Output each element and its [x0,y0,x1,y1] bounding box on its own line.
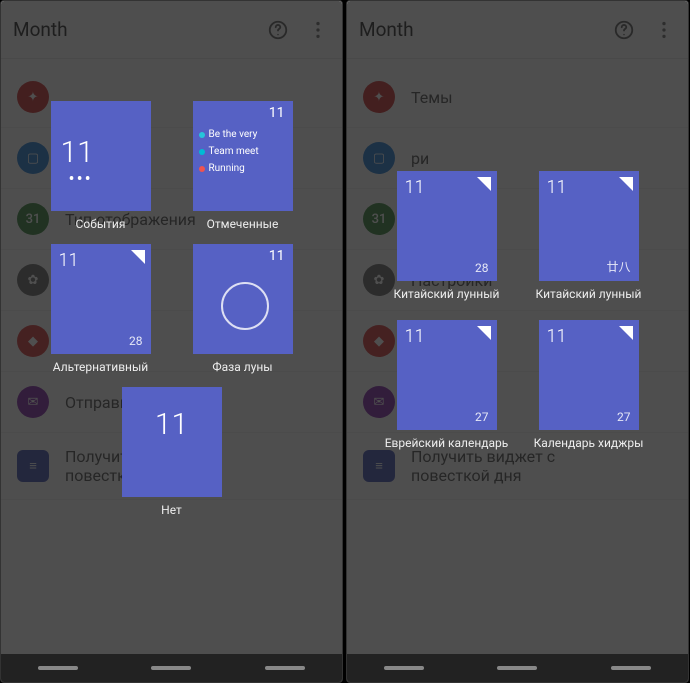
moon-icon [221,282,269,330]
tile-preview: 11 廿八 [539,171,639,281]
event-dot-icon [199,166,205,172]
option-hebrew[interactable]: 11 27 Еврейский календарь [383,320,511,451]
option-chinese-lunar[interactable]: 11 28 Китайский лунный [383,171,511,302]
corner-icon [619,326,633,340]
nav-back[interactable] [384,666,424,670]
nav-back[interactable] [38,666,78,670]
corner-icon [477,177,491,191]
tile-preview: 11 ••• [51,101,151,211]
android-navbar [1,654,342,682]
option-moon[interactable]: 11 Фаза луны [179,244,307,375]
tile-preview: 11 Be the very Team meet Running [193,101,293,211]
option-hijri[interactable]: 11 27 Календарь хиджры [525,320,653,451]
option-marked[interactable]: 11 Be the very Team meet Running Отмечен… [179,101,307,232]
calendar-type-options: 11 28 Китайский лунный 11 廿八 Китайский л… [347,171,688,451]
corner-icon [477,326,491,340]
android-navbar [347,654,688,682]
option-events[interactable]: 11 ••• События [37,101,165,232]
option-none[interactable]: 11 Нет [44,387,300,518]
nav-home[interactable] [151,666,191,670]
screen-left: Month ✦ ▢ри 31Тип отображения ✿ки ◆Магаз… [0,0,343,683]
corner-icon [619,177,633,191]
tile-preview: 11 28 [397,171,497,281]
option-alternative[interactable]: 11 28 Альтернативный [37,244,165,375]
tile-preview: 11 [122,387,222,497]
option-chinese-lunar-cn[interactable]: 11 廿八 Китайский лунный [525,171,653,302]
event-dot-icon [199,149,205,155]
tile-preview: 11 27 [397,320,497,430]
tile-preview: 11 [193,244,293,354]
tile-preview: 11 28 [51,244,151,354]
event-list: Be the very Team meet Running [199,129,289,180]
screen-right: Month ✦Темы ▢ри 31раж ✿Настройки ◆ ✉ть с… [346,0,689,683]
nav-recent[interactable] [611,666,651,670]
nav-home[interactable] [497,666,537,670]
tile-preview: 11 27 [539,320,639,430]
corner-icon [131,250,145,264]
nav-recent[interactable] [265,666,305,670]
display-type-options: 11 ••• События 11 Be the very Team meet … [1,101,342,518]
event-dot-icon [199,132,205,138]
